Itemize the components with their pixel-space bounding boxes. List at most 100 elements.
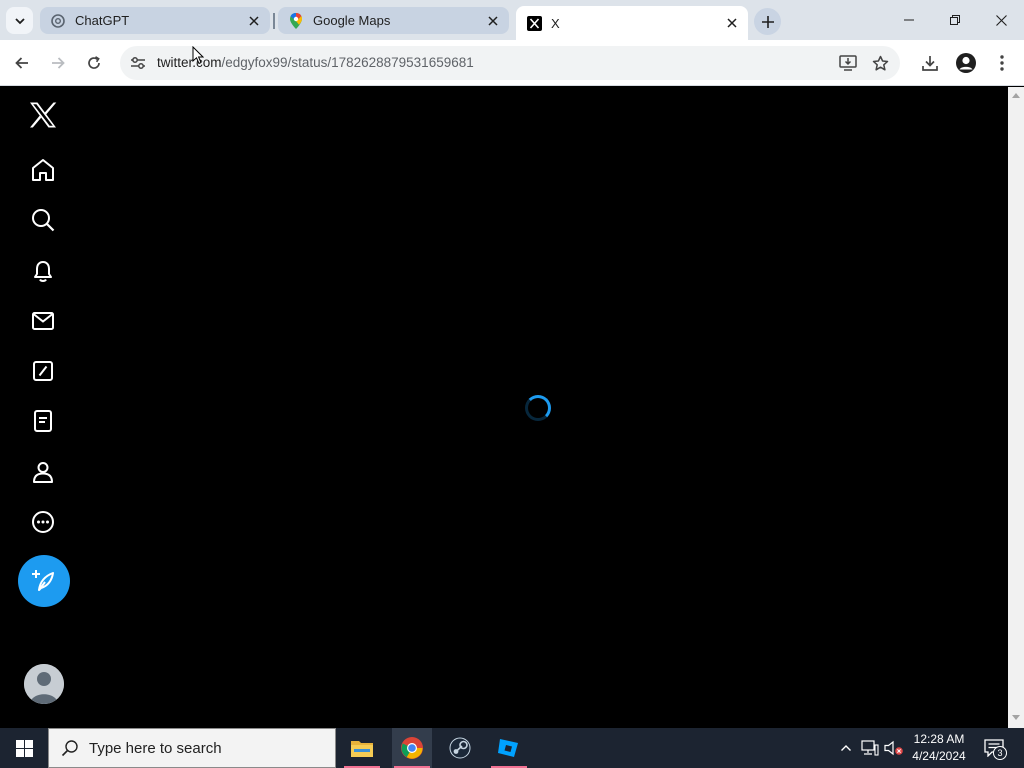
plus-icon [761,15,774,28]
reload-icon [88,56,100,69]
scroll-up-arrow[interactable] [1012,93,1020,98]
grok-icon [33,361,53,381]
default-avatar-icon [24,664,64,704]
nav-x-logo[interactable] [20,92,66,138]
clock-date: 4/24/2024 [912,749,966,763]
taskbar-file-explorer[interactable] [342,728,382,768]
windows-logo-icon [15,739,33,757]
chevron-down-icon [14,17,25,24]
loading-spinner [525,395,551,421]
downloads-button[interactable] [914,47,946,79]
post-button[interactable] [18,555,70,607]
messages-icon [32,312,54,330]
scroll-down-arrow[interactable] [1012,715,1020,720]
close-tab-icon[interactable] [246,13,262,29]
new-tab-button[interactable] [754,8,781,35]
nav-home[interactable] [20,147,66,193]
notifications-icon [34,261,52,282]
page-scrollbar[interactable] [1008,87,1024,728]
mouse-cursor-icon [192,46,204,65]
restore-icon [950,15,960,25]
x-logo-icon [30,102,57,128]
minimize-icon [904,19,914,21]
tab-title: Google Maps [313,13,391,28]
x-page [0,87,1008,728]
close-tab-icon[interactable] [485,13,501,29]
taskbar-clock[interactable]: 12:28 AM 4/24/2024 [904,731,974,765]
clock-time: 12:28 AM [913,732,965,746]
nav-grok[interactable] [20,348,66,394]
account-circle-icon [956,53,976,73]
notification-count-badge: 3 [993,746,1007,760]
browser-tab-strip: ChatGPT Google Maps X [0,0,1024,40]
tab-chatgpt[interactable]: ChatGPT [40,7,270,34]
tab-divider [273,13,275,29]
download-icon [922,56,938,71]
show-hidden-icons-button[interactable] [836,738,856,758]
tab-title: ChatGPT [75,13,130,28]
close-window-button[interactable] [978,0,1024,40]
taskbar-search-placeholder: Type here to search [89,739,222,757]
url-text[interactable]: twitter.com/edgyfox99/status/17826288795… [157,55,474,70]
tab-x[interactable]: X [516,6,748,40]
arrow-left-icon [15,57,28,69]
home-icon [32,159,54,181]
roblox-studio-icon [498,739,518,757]
address-bar[interactable]: twitter.com/edgyfox99/status/17826288795… [120,46,900,80]
star-icon [872,55,888,71]
profile-icon [33,462,53,483]
url-host: twitter.com [157,55,222,70]
arrow-right-icon [52,57,65,69]
chrome-menu-button[interactable] [986,47,1018,79]
file-explorer-icon [351,741,373,757]
nav-explore[interactable] [20,197,66,243]
profile-button[interactable] [950,47,982,79]
reload-button[interactable] [78,47,110,79]
network-button[interactable] [860,738,880,758]
nav-notifications[interactable] [20,248,66,294]
more-vertical-icon [1000,55,1004,71]
volume-button[interactable] [884,738,904,758]
chevron-up-icon [841,745,851,751]
nav-lists[interactable] [20,398,66,444]
account-avatar[interactable] [24,664,64,704]
taskbar-search-box[interactable]: Type here to search [48,728,336,768]
tab-google-maps[interactable]: Google Maps [278,7,509,34]
install-app-button[interactable] [836,51,860,75]
bookmark-button[interactable] [868,51,892,75]
browser-toolbar: twitter.com/edgyfox99/status/17826288795… [0,40,1024,86]
restore-button[interactable] [932,0,978,40]
network-icon [861,740,879,756]
nav-more[interactable] [20,499,66,545]
steam-icon [449,737,471,759]
more-icon [32,511,54,533]
taskbar-chrome[interactable] [392,728,432,768]
minimize-button[interactable] [886,0,932,40]
windows-taskbar: Type here to search 12:28 AM 4/24/2024 3 [0,728,1024,768]
search-icon [61,740,78,757]
google-maps-icon [288,12,304,29]
taskbar-roblox-studio[interactable] [489,728,529,768]
x-logo-icon [526,15,542,31]
url-path: /edgyfox99/status/1782628879531659681 [221,55,474,70]
volume-muted-icon [884,740,903,756]
search-icon [32,209,55,232]
close-tab-icon[interactable] [724,15,740,31]
compose-post-icon [32,570,54,591]
nav-profile[interactable] [20,449,66,495]
site-info-button[interactable] [126,51,150,75]
lists-icon [34,410,52,432]
taskbar-steam[interactable] [440,728,480,768]
close-icon [995,14,1007,26]
notification-center-button[interactable]: 3 [982,736,1007,760]
tune-icon [131,57,145,69]
nav-messages[interactable] [20,298,66,344]
install-app-icon [839,55,857,71]
tab-search-button[interactable] [6,7,33,34]
tab-title: X [551,15,560,31]
chatgpt-icon [50,13,66,29]
start-button[interactable] [0,728,48,768]
forward-button[interactable] [42,47,74,79]
chrome-icon [401,737,423,759]
back-button[interactable] [6,47,38,79]
